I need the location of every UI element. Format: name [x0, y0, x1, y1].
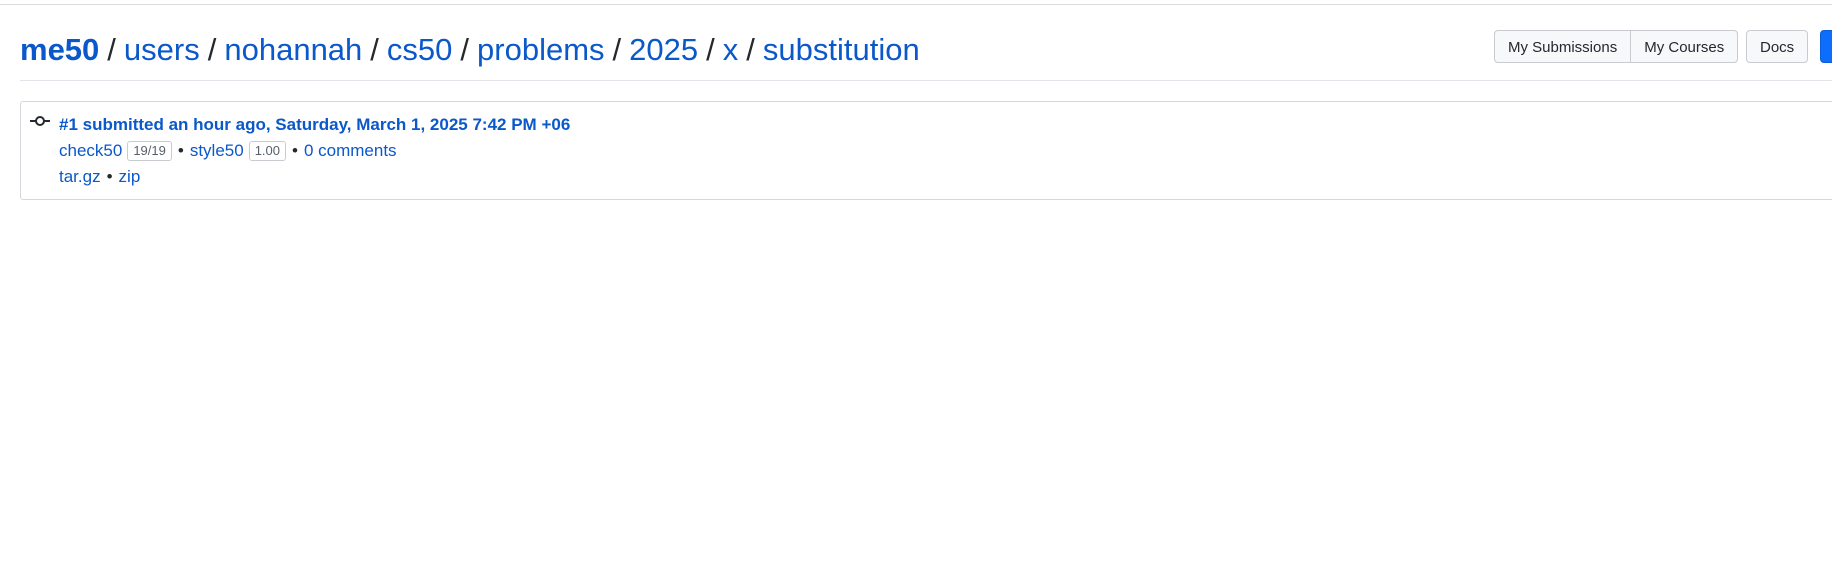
download-targz-link[interactable]: tar.gz [59, 166, 101, 188]
submission-downloads: tar.gz • zip [59, 166, 140, 188]
breadcrumb-separator: / [612, 32, 622, 67]
breadcrumb-separator: / [107, 32, 116, 67]
breadcrumb-problem[interactable]: substitution [763, 32, 920, 67]
my-submissions-button[interactable]: My Submissions [1494, 30, 1632, 63]
page-header: me50/users / nohannah / cs50/problems/2025/x… [20, 26, 1832, 81]
nav-button-group: My Submissions My Courses [1494, 30, 1739, 63]
breadcrumb-separator: / [746, 32, 755, 67]
primary-button[interactable] [1820, 30, 1832, 63]
breadcrumb-separator: / [370, 32, 379, 67]
breadcrumb-course[interactable]: cs50 [387, 32, 452, 67]
check50-link[interactable]: check50 [59, 140, 122, 162]
docs-button[interactable]: Docs [1746, 30, 1809, 63]
bullet-separator: • [106, 167, 113, 186]
breadcrumb-year[interactable]: 2025 [629, 32, 698, 67]
style50-score-badge: 1.00 [248, 141, 287, 161]
submission-results: check50 19/19 • style50 1.00 • 0 comment… [59, 140, 397, 162]
bullet-separator: • [177, 141, 184, 160]
comments-link[interactable]: 0 comments [304, 140, 397, 162]
commit-icon [30, 114, 50, 128]
breadcrumb-username[interactable]: nohannah [224, 32, 362, 67]
breadcrumb-separator: / [207, 32, 217, 67]
breadcrumb-users[interactable]: users [124, 32, 200, 67]
breadcrumb-x[interactable]: x [723, 32, 739, 67]
check50-score-badge: 19/19 [127, 141, 172, 161]
style50-link[interactable]: style50 [190, 140, 244, 162]
breadcrumb: me50/users / nohannah / cs50/problems/2025/x… [20, 30, 920, 70]
breadcrumb-separator: / [460, 32, 470, 67]
bullet-separator: • [292, 141, 298, 160]
submission-title[interactable]: #1 submitted an hour ago, Saturday, Marc… [59, 114, 570, 136]
breadcrumb-separator: / [706, 32, 715, 67]
top-divider [0, 4, 1832, 5]
submission-card: #1 submitted an hour ago, Saturday, Marc… [20, 101, 1832, 200]
breadcrumb-problems[interactable]: problems [477, 32, 605, 67]
breadcrumb-root[interactable]: me50 [20, 32, 99, 67]
download-zip-link[interactable]: zip [119, 166, 141, 188]
my-courses-button[interactable]: My Courses [1631, 30, 1739, 63]
